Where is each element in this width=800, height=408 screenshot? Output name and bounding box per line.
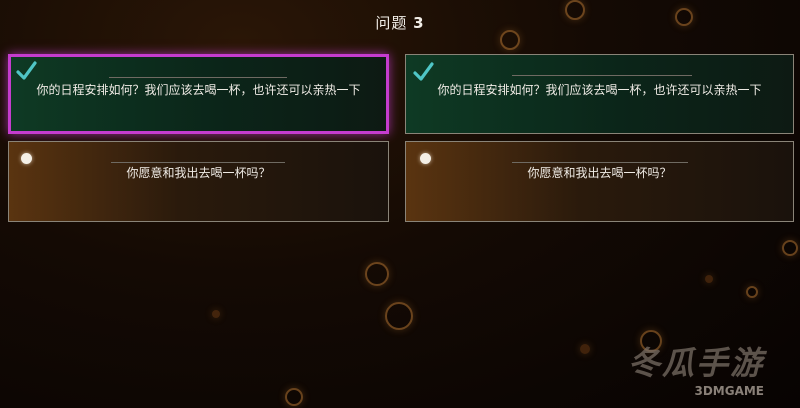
bokeh-bubble	[580, 344, 590, 354]
check-icon	[16, 61, 37, 80]
answer-option-3[interactable]: 你愿意和我出去喝一杯吗？	[8, 141, 389, 222]
question-title: 问题 3	[0, 12, 800, 33]
answer-text: 你的日程安排如何？我们应该去喝一杯，也许还可以亲热一下	[437, 83, 762, 97]
check-icon	[413, 62, 434, 81]
bokeh-bubble	[782, 240, 798, 256]
watermark: 冬瓜手游 3DMGAME	[628, 338, 764, 398]
bokeh-bubble	[746, 286, 758, 298]
answer-option-4[interactable]: 你愿意和我出去喝一杯吗？	[405, 141, 794, 222]
watermark-logo: 冬瓜手游	[627, 344, 764, 382]
bokeh-bubble	[212, 310, 220, 318]
bokeh-bubble	[285, 388, 303, 406]
divider	[512, 75, 692, 76]
answer-option-1[interactable]: 你的日程安排如何？我们应该去喝一杯，也许还可以亲热一下	[8, 54, 389, 134]
bokeh-bubble	[705, 275, 713, 283]
question-number: 3	[413, 14, 425, 32]
question-title-label: 问题	[375, 14, 408, 32]
bokeh-bubble	[365, 262, 389, 286]
divider	[111, 162, 285, 163]
answer-text: 你的日程安排如何？我们应该去喝一杯，也许还可以亲热一下	[36, 83, 361, 97]
answer-text: 你愿意和我出去喝一杯吗？	[527, 166, 672, 180]
answer-option-2[interactable]: 你的日程安排如何？我们应该去喝一杯，也许还可以亲热一下	[405, 54, 794, 134]
bokeh-bubble	[385, 302, 413, 330]
divider	[512, 162, 688, 163]
dot-icon	[21, 153, 32, 164]
divider	[109, 77, 287, 78]
answer-text: 你愿意和我出去喝一杯吗？	[126, 166, 271, 180]
watermark-site: 3DMGAME	[694, 384, 764, 398]
dot-icon	[420, 153, 431, 164]
bokeh-bubble	[500, 30, 520, 50]
